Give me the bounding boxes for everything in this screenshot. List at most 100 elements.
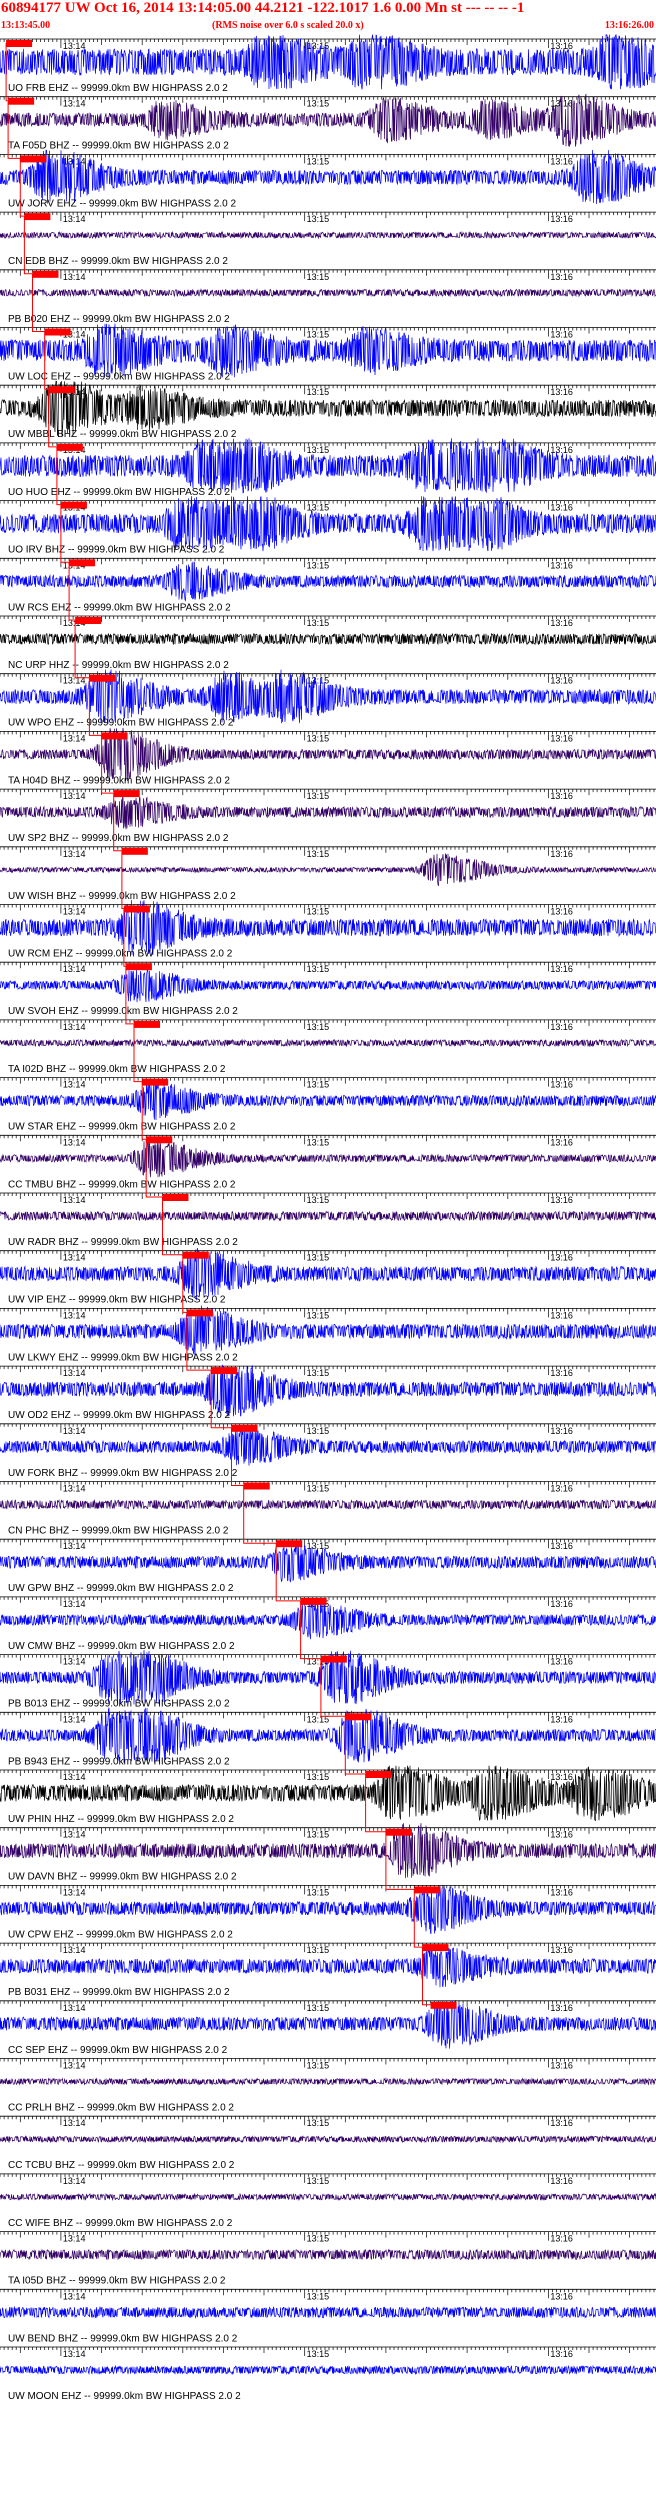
tick-label: 13:16 [550,156,573,166]
tick-label: 13:14 [63,1599,86,1609]
tick-label: 13:16 [550,1137,573,1147]
tick-label: 13:15 [307,1830,330,1840]
tick-label: 13:14 [63,272,86,282]
station-label: UW RADR BHZ -- 99999.0km BW HIGHPASS 2.0… [8,1237,238,1248]
tick-label: 13:16 [550,503,573,513]
station-label: PB B013 EHZ -- 99999.0km BW HIGHPASS 2.0… [8,1699,230,1710]
tick-label: 13:16 [550,387,573,397]
waveform-trace [0,2305,656,2319]
pick-marker [345,1713,372,1721]
station-label: PB B943 EHZ -- 99999.0km BW HIGHPASS 2.0… [8,1756,230,1767]
pick-marker [300,1597,327,1605]
station-label: UO HUO EHZ -- 99999.0km BW HIGHPASS 2.0 … [8,487,231,498]
station-label: UW LOC EHZ -- 99999.0km BW HIGHPASS 2.0 … [8,372,231,383]
tick-label: 13:16 [550,330,573,340]
tick-label: 13:15 [307,330,330,340]
tick-label: 13:14 [63,1022,86,1032]
pick-marker [89,674,116,682]
tick-label: 13:15 [307,618,330,628]
tick-label: 13:16 [550,1195,573,1205]
pick-marker [32,270,59,278]
tick-label: 13:15 [307,2061,330,2071]
station-label: UW CPW EHZ -- 99999.0km BW HIGHPASS 2.0 … [8,1929,233,1940]
tick-label: 13:15 [307,1310,330,1320]
tick-label: 13:14 [63,41,86,51]
tick-label: 13:14 [63,1714,86,1724]
pick-marker [276,1540,303,1548]
station-label: TA I02D BHZ -- 99999.0km BW HIGHPASS 2.0… [8,1064,226,1075]
pick-marker [186,1309,213,1317]
tick-label: 13:15 [307,272,330,282]
tick-label: 13:15 [307,445,330,455]
station-label: UW LKWY EHZ -- 99999.0km BW HIGHPASS 2.0… [8,1352,238,1363]
tick-label: 13:14 [63,2234,86,2244]
station-label: UW SVOH EHZ -- 99999.0km BW HIGHPASS 2.0… [8,1006,238,1017]
tick-label: 13:16 [550,676,573,686]
tick-label: 13:16 [550,1080,573,1090]
tick-label: 13:16 [550,1022,573,1032]
station-label: UW JORV EHZ -- 99999.0km BW HIGHPASS 2.0… [8,198,236,209]
tick-label: 13:16 [550,272,573,282]
station-label: UW WPO EHZ -- 99999.0km BW HIGHPASS 2.0 … [8,718,234,729]
seismogram-plot: 13:14 13:15 13:16 UO FRB EHZ -- 99999.0km B… [0,33,656,2402]
pick-marker [56,443,83,451]
pick-marker [182,1251,209,1259]
tick-label: 13:15 [307,560,330,570]
station-label: PB B020 EHZ -- 99999.0km BW HIGHPASS 2.0… [8,314,230,325]
station-label: UW RCM EHZ -- 99999.0km BW HIGHPASS 2.0 … [8,949,233,960]
station-label: UW FORK BHZ -- 99999.0km BW HIGHPASS 2.0… [8,1468,238,1479]
tick-label: 13:14 [63,849,86,859]
tick-label: 13:15 [307,156,330,166]
pick-marker [385,1828,412,1836]
tick-label: 13:16 [550,2349,573,2359]
station-label: UO IRV BHZ -- 99999.0km BW HIGHPASS 2.0 … [8,545,225,556]
tick-label: 13:16 [550,2118,573,2128]
station-label: UW MBBL BHZ -- 99999.0km BW HIGHPASS 2.0… [8,429,237,440]
station-label: UW BEND BHZ -- 99999.0km BW HIGHPASS 2.0… [8,2333,238,2344]
tick-label: 13:14 [63,2003,86,2013]
tick-label: 13:15 [307,1772,330,1782]
pick-marker [48,386,75,394]
waveform-trace [0,2077,656,2086]
pick-marker [365,1771,392,1778]
tick-label: 13:15 [307,1887,330,1897]
tick-label: 13:16 [550,1368,573,1378]
tick-label: 13:16 [550,733,573,743]
station-label: UW DAVN BHZ -- 99999.0km BW HIGHPASS 2.0… [8,1872,237,1883]
tick-label: 13:14 [63,1195,86,1205]
tick-label: 13:16 [550,1887,573,1897]
station-label: UW GPW BHZ -- 99999.0km BW HIGHPASS 2.0 … [8,1583,234,1594]
tick-label: 13:16 [550,445,573,455]
tick-label: 13:16 [550,2234,573,2244]
tick-label: 13:15 [307,1368,330,1378]
station-label: CC WIFE BHZ -- 99999.0km BW HIGHPASS 2.0… [8,2218,233,2229]
tick-label: 13:16 [550,1714,573,1724]
station-label: PB B031 EHZ -- 99999.0km BW HIGHPASS 2.0… [8,1987,230,1998]
waveform-trace [0,1498,656,1511]
pick-marker [101,732,128,740]
station-label: TA H04D BHZ -- 99999.0km BW HIGHPASS 2.0… [8,775,230,786]
tick-label: 13:15 [307,1022,330,1032]
pick-marker [414,1886,441,1894]
tick-label: 13:14 [63,2118,86,2128]
tick-label: 13:15 [307,1080,330,1090]
waveform-trace [0,2248,656,2261]
tick-label: 13:15 [307,2234,330,2244]
pick-marker [44,328,71,336]
tick-label: 13:16 [550,1830,573,1840]
tick-label: 13:16 [550,964,573,974]
pick-marker [69,559,96,567]
pick-marker [422,1944,449,1952]
tick-label: 13:14 [63,2061,86,2071]
pick-marker [125,963,152,971]
station-label: UW VIP EHZ -- 99999.0km BW HIGHPASS 2.0 … [8,1295,226,1306]
tick-label: 13:15 [307,2118,330,2128]
tick-label: 13:14 [63,1080,86,1090]
tick-label: 13:16 [550,907,573,917]
tick-label: 13:14 [63,1830,86,1840]
tick-label: 13:16 [550,2176,573,2186]
tick-label: 13:15 [307,1426,330,1436]
pick-marker [146,1136,173,1144]
pick-marker [24,213,51,221]
station-label: CC TMBU BHZ -- 99999.0km BW HIGHPASS 2.0… [8,1179,236,1190]
